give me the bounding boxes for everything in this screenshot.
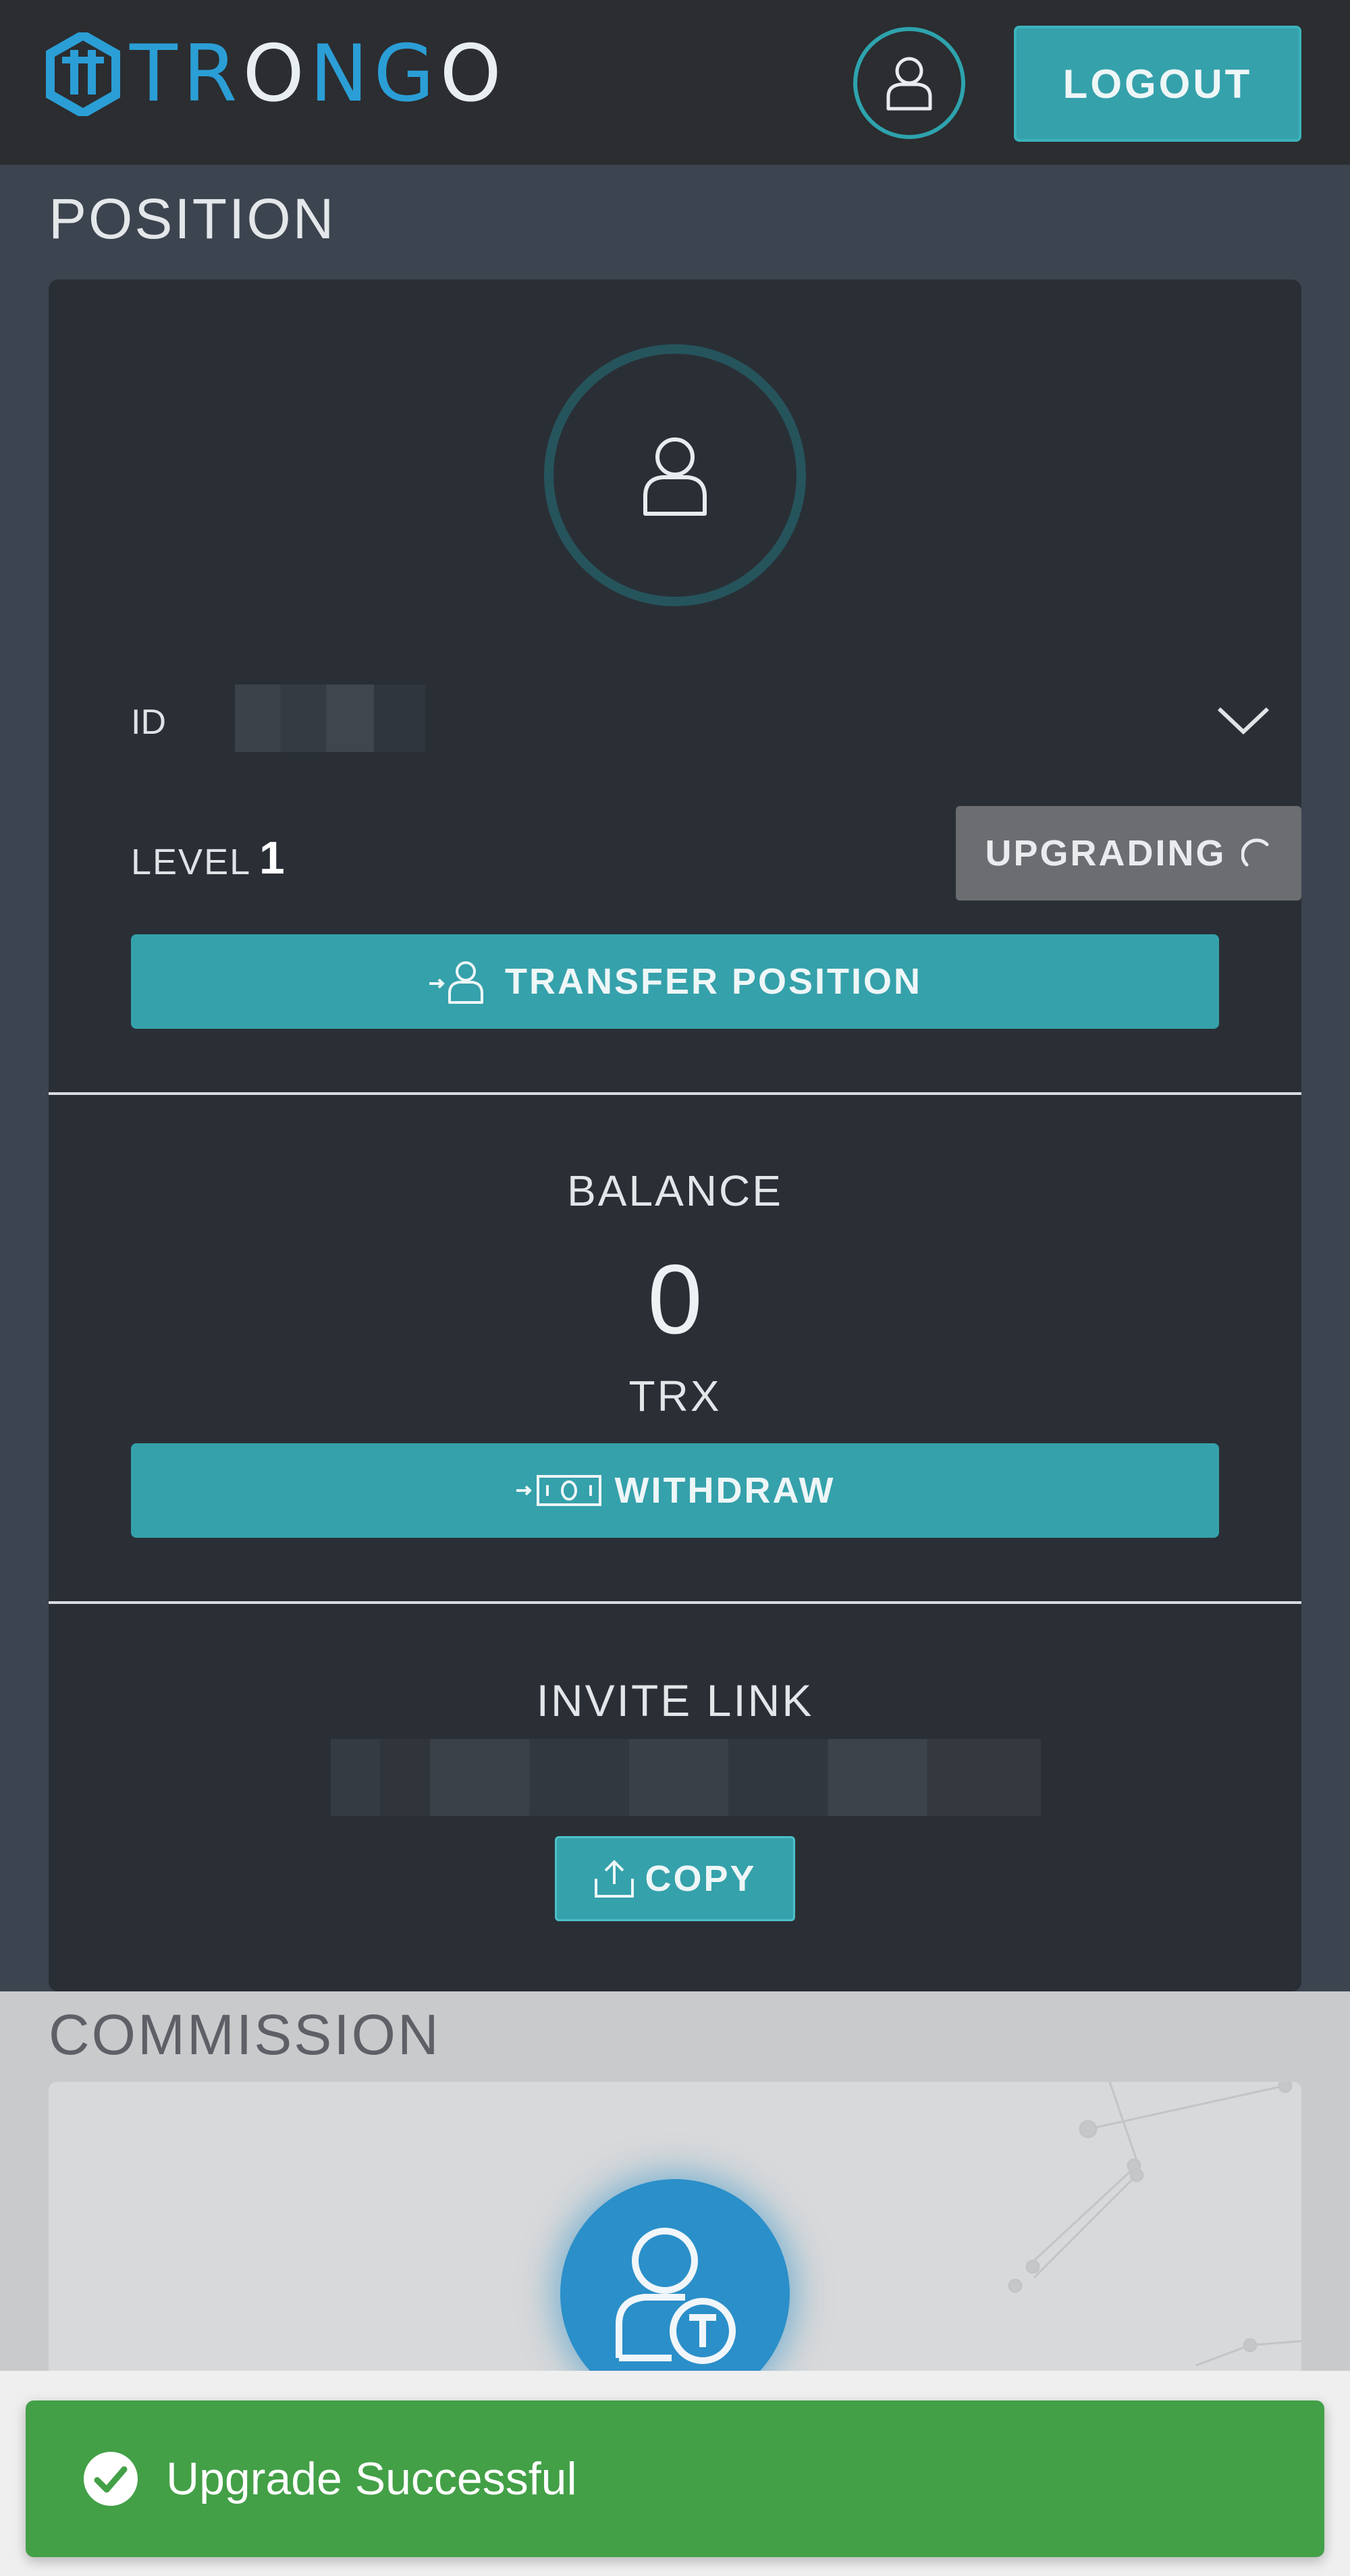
transfer-position-button[interactable]: TRANSFER POSITION <box>131 934 1219 1029</box>
invite-link-label: INVITE LINK <box>536 1675 814 1725</box>
spinner-icon <box>1241 838 1268 867</box>
top-navbar: TRONGO LOGOUT <box>0 0 1350 165</box>
check-circle-icon <box>84 2452 138 2506</box>
balance-label: BALANCE <box>567 1166 783 1215</box>
commission-section-title: COMMISSION <box>49 2003 441 2066</box>
logo-wordmark: TRONGO <box>130 35 507 113</box>
copy-label: COPY <box>645 1858 757 1899</box>
section-divider <box>49 1601 1301 1604</box>
money-withdraw-icon <box>516 1475 601 1506</box>
transfer-position-label: TRANSFER POSITION <box>504 961 923 1002</box>
user-icon <box>643 437 707 516</box>
logo-part-o1: O <box>242 28 310 119</box>
upload-share-icon <box>595 1860 634 1898</box>
invite-link-value-redacted <box>331 1739 1041 1816</box>
toast-message: Upgrade Successful <box>166 2453 577 2504</box>
user-token-icon <box>616 2228 736 2364</box>
id-label: ID <box>131 703 166 742</box>
logo-part-ng: NG <box>309 28 440 119</box>
withdraw-label: WITHDRAW <box>614 1470 836 1511</box>
profile-avatar-button[interactable] <box>853 27 965 139</box>
balance-unit: TRX <box>628 1372 722 1420</box>
success-toast[interactable]: Upgrade Successful <box>26 2400 1324 2557</box>
position-section-title: POSITION <box>49 187 336 250</box>
logo-part-o2: O <box>439 28 507 119</box>
trongo-logo[interactable]: TRONGO <box>46 32 512 116</box>
user-icon <box>886 57 932 111</box>
user-transfer-icon <box>429 961 483 1004</box>
withdraw-button[interactable]: WITHDRAW <box>131 1443 1219 1538</box>
upgrading-button[interactable]: UPGRADING <box>956 806 1301 901</box>
level-label: LEVEL <box>131 842 252 882</box>
id-value-redacted <box>235 685 425 752</box>
trongo-logo-icon <box>46 32 120 116</box>
id-row: ID <box>131 685 1270 752</box>
logout-button[interactable]: LOGOUT <box>1014 26 1301 142</box>
level-row: LEVEL 1 UPGRADING <box>131 806 1301 901</box>
copy-button[interactable]: COPY <box>555 1836 795 1921</box>
upgrading-label: UPGRADING <box>985 833 1226 874</box>
balance-value: 0 <box>647 1244 703 1354</box>
chevron-down-icon[interactable] <box>1214 701 1273 739</box>
position-avatar <box>544 344 806 606</box>
level-value: 1 <box>259 832 285 884</box>
section-divider <box>49 1092 1301 1095</box>
position-card: ID LEVEL 1 UPGRADING TRANSFER POSITION B… <box>49 279 1301 1991</box>
logo-part-tr: TR <box>130 28 243 119</box>
